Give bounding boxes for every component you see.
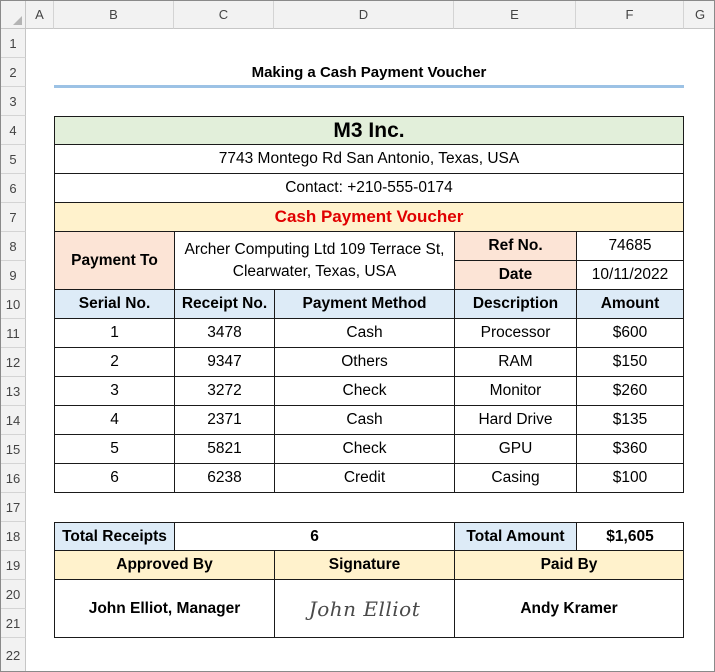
column-header-g[interactable]: G — [684, 1, 714, 29]
row-header-15[interactable]: 15 — [1, 435, 26, 464]
row-header-2[interactable]: 2 — [1, 58, 26, 87]
company-contact[interactable]: Contact: +210-555-0174 — [54, 174, 684, 203]
row-header-4[interactable]: 4 — [1, 116, 26, 145]
ref-no-value[interactable]: 74685 — [576, 232, 684, 261]
date-label[interactable]: Date — [454, 261, 577, 290]
paid-by-value[interactable]: Andy Kramer — [454, 579, 684, 638]
cell-receipt[interactable]: 3478 — [174, 319, 275, 348]
header-payment-method[interactable]: Payment Method — [274, 290, 455, 319]
row-header-21[interactable]: 21 — [1, 609, 26, 638]
handwritten-signature: John Elliot — [308, 596, 421, 621]
cell-receipt[interactable]: 5821 — [174, 435, 275, 464]
cell-amount[interactable]: $100 — [576, 464, 684, 493]
payment-to-label[interactable]: Payment To — [54, 232, 175, 290]
cell-serial[interactable]: 1 — [54, 319, 175, 348]
cell-serial[interactable]: 4 — [54, 406, 175, 435]
row-header-9[interactable]: 9 — [1, 261, 26, 290]
row-header-6[interactable]: 6 — [1, 174, 26, 203]
signature-cell[interactable]: John Elliot — [274, 579, 455, 638]
cell-receipt[interactable]: 6238 — [174, 464, 275, 493]
row-header-7[interactable]: 7 — [1, 203, 26, 232]
cell-serial[interactable]: 5 — [54, 435, 175, 464]
row-header-20[interactable]: 20 — [1, 580, 26, 609]
row-header-11[interactable]: 11 — [1, 319, 26, 348]
approved-by-label[interactable]: Approved By — [54, 550, 275, 580]
column-header-f[interactable]: F — [576, 1, 684, 29]
column-header-b[interactable]: B — [54, 1, 174, 29]
cell-serial[interactable]: 2 — [54, 348, 175, 377]
cell-receipt[interactable]: 2371 — [174, 406, 275, 435]
select-all-corner[interactable] — [1, 1, 26, 29]
voucher-title[interactable]: Cash Payment Voucher — [54, 203, 684, 232]
total-amount-value[interactable]: $1,605 — [576, 522, 684, 551]
date-value[interactable]: 10/11/2022 — [576, 261, 684, 290]
column-header-c[interactable]: C — [174, 1, 274, 29]
header-amount[interactable]: Amount — [576, 290, 684, 319]
total-receipts-label[interactable]: Total Receipts — [54, 522, 175, 551]
column-header-e[interactable]: E — [454, 1, 576, 29]
spreadsheet-window: A B C D E F G 1 2 3 4 5 6 7 8 9 10 11 12… — [0, 0, 715, 672]
cell-method[interactable]: Check — [274, 377, 455, 406]
cell-receipt[interactable]: 3272 — [174, 377, 275, 406]
cell-amount[interactable]: $600 — [576, 319, 684, 348]
cell-description[interactable]: GPU — [454, 435, 577, 464]
payment-to-value[interactable]: Archer Computing Ltd 109 Terrace St, Cle… — [174, 232, 455, 290]
cell-method[interactable]: Cash — [274, 406, 455, 435]
approved-by-value[interactable]: John Elliot, Manager — [54, 579, 275, 638]
company-address[interactable]: 7743 Montego Rd San Antonio, Texas, USA — [54, 145, 684, 174]
row-header-3[interactable]: 3 — [1, 87, 26, 116]
cell-amount[interactable]: $150 — [576, 348, 684, 377]
row-header-22[interactable]: 22 — [1, 638, 26, 671]
cell-amount[interactable]: $260 — [576, 377, 684, 406]
column-header-d[interactable]: D — [274, 1, 454, 29]
cell-description[interactable]: Processor — [454, 319, 577, 348]
ref-no-label[interactable]: Ref No. — [454, 232, 577, 261]
row-header-5[interactable]: 5 — [1, 145, 26, 174]
header-receipt-no[interactable]: Receipt No. — [174, 290, 275, 319]
row-header-18[interactable]: 18 — [1, 522, 26, 551]
title-underline — [54, 85, 684, 88]
row-header-12[interactable]: 12 — [1, 348, 26, 377]
cell-description[interactable]: Casing — [454, 464, 577, 493]
cell-method[interactable]: Check — [274, 435, 455, 464]
header-description[interactable]: Description — [454, 290, 577, 319]
total-receipts-value[interactable]: 6 — [174, 522, 455, 551]
row-header-1[interactable]: 1 — [1, 29, 26, 58]
cell-receipt[interactable]: 9347 — [174, 348, 275, 377]
signature-label[interactable]: Signature — [274, 550, 455, 580]
cell-amount[interactable]: $135 — [576, 406, 684, 435]
company-name[interactable]: M3 Inc. — [54, 116, 684, 145]
row-header-19[interactable]: 19 — [1, 551, 26, 580]
cell-description[interactable]: Hard Drive — [454, 406, 577, 435]
header-serial-no[interactable]: Serial No. — [54, 290, 175, 319]
cell-description[interactable]: Monitor — [454, 377, 577, 406]
cell-method[interactable]: Credit — [274, 464, 455, 493]
total-amount-label[interactable]: Total Amount — [454, 522, 577, 551]
paid-by-label[interactable]: Paid By — [454, 550, 684, 580]
cell-method[interactable]: Others — [274, 348, 455, 377]
select-all-icon — [13, 16, 22, 25]
row-header-14[interactable]: 14 — [1, 406, 26, 435]
cell-amount[interactable]: $360 — [576, 435, 684, 464]
row-header-13[interactable]: 13 — [1, 377, 26, 406]
column-header-a[interactable]: A — [26, 1, 54, 29]
cell-serial[interactable]: 3 — [54, 377, 175, 406]
cell-serial[interactable]: 6 — [54, 464, 175, 493]
row-header-8[interactable]: 8 — [1, 232, 26, 261]
cell-description[interactable]: RAM — [454, 348, 577, 377]
cell-method[interactable]: Cash — [274, 319, 455, 348]
sheet-title[interactable]: Making a Cash Payment Voucher — [54, 58, 684, 87]
row-header-10[interactable]: 10 — [1, 290, 26, 319]
row-header-16[interactable]: 16 — [1, 464, 26, 493]
row-header-17[interactable]: 17 — [1, 493, 26, 522]
